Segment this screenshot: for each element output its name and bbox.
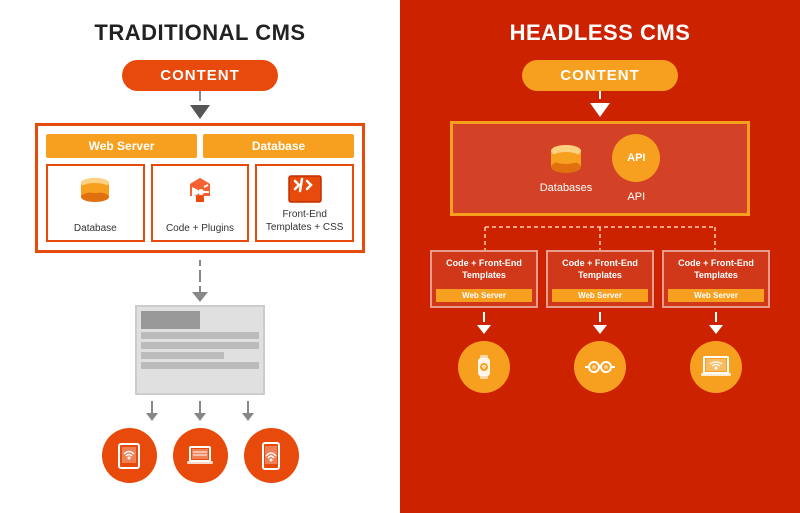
database-icon xyxy=(77,174,113,210)
right-arrow-1 xyxy=(430,312,538,337)
right-arrow-2 xyxy=(546,312,654,337)
laptop-circle xyxy=(173,428,228,483)
mockup-header-block xyxy=(141,311,200,329)
mockup-line-2 xyxy=(141,342,259,349)
headless-device-row xyxy=(430,341,770,393)
headless-cms-title: HEADLESS CMS xyxy=(510,20,691,46)
server-box-2-label: Code + Front-EndTemplates xyxy=(562,258,638,281)
headless-db-label: Databases xyxy=(540,182,593,194)
headless-content-pill: CONTENT xyxy=(522,60,678,91)
api-circle: API xyxy=(612,134,660,182)
phone-icon xyxy=(260,442,282,470)
right-arrow-3 xyxy=(662,312,770,337)
tablet-device xyxy=(102,428,157,483)
traditional-cms-box: Web Server Database Database xyxy=(35,123,365,253)
plugin-icon xyxy=(182,174,218,210)
database-icon-box: Database xyxy=(46,164,145,242)
smartwatch-icon xyxy=(469,352,499,382)
frontend-box-label: Front-EndTemplates + CSS xyxy=(266,208,344,234)
smartwatch-circle xyxy=(458,341,510,393)
headless-cms-panel: HEADLESS CMS CONTENT Databases API API xyxy=(400,0,800,513)
plugins-icon-box: Code + Plugins xyxy=(151,164,250,242)
right-laptop-icon xyxy=(699,353,733,381)
tablet-circle xyxy=(102,428,157,483)
database-label: Database xyxy=(203,134,354,158)
arrow-col-2 xyxy=(194,401,206,424)
plugins-box-label: Code + Plugins xyxy=(166,223,234,234)
icon-boxes-row: Database Code + Plugins xyxy=(46,164,354,242)
ar-glasses-icon xyxy=(582,353,618,381)
mockup-line-4 xyxy=(141,362,259,369)
headless-device-arrows xyxy=(430,312,770,337)
api-label-text: API xyxy=(627,152,645,164)
traditional-device-row xyxy=(102,428,299,483)
headless-db-icon-box: Databases xyxy=(540,143,593,194)
server-box-3: Code + Front-EndTemplates Web Server xyxy=(662,250,770,308)
right-laptop-circle xyxy=(690,341,742,393)
headless-api-icon-box: API API xyxy=(612,134,660,203)
cms-header-row: Web Server Database xyxy=(46,134,354,158)
headless-api-label: API xyxy=(627,191,645,203)
dashed-connections xyxy=(430,222,770,250)
smartwatch-device xyxy=(430,341,538,393)
mockup-line-1 xyxy=(141,332,259,339)
database-box-label: Database xyxy=(74,223,117,234)
traditional-cms-title: TRADITIONAL CMS xyxy=(94,20,305,46)
server-box-2: Code + Front-EndTemplates Web Server xyxy=(546,250,654,308)
mockup-line-3 xyxy=(141,352,224,359)
traditional-content-pill: CONTENT xyxy=(122,60,278,91)
server-badge-1: Web Server xyxy=(436,289,532,302)
server-badge-3: Web Server xyxy=(668,289,764,302)
phone-circle xyxy=(244,428,299,483)
ar-glasses-device xyxy=(546,341,654,393)
dashed-lines-svg xyxy=(430,222,770,250)
server-badge-2: Web Server xyxy=(552,289,648,302)
laptop-icon xyxy=(184,442,216,470)
website-mockup xyxy=(135,305,265,395)
laptop-device xyxy=(173,428,228,483)
server-box-1: Code + Front-EndTemplates Web Server xyxy=(430,250,538,308)
traditional-cms-panel: TRADITIONAL CMS CONTENT Web Server Datab… xyxy=(0,0,400,513)
arrow-col-1 xyxy=(146,401,158,424)
server-box-3-label: Code + Front-EndTemplates xyxy=(678,258,754,281)
right-laptop-device xyxy=(662,341,770,393)
arrow-col-3 xyxy=(242,401,254,424)
trad-arrow-1 xyxy=(190,91,210,123)
frontend-icon-box: Front-EndTemplates + CSS xyxy=(255,164,354,242)
web-server-label: Web Server xyxy=(46,134,197,158)
trad-device-arrows xyxy=(146,401,254,424)
headless-db-api-box: Databases API API xyxy=(450,121,750,216)
code-icon xyxy=(287,174,323,204)
headless-arrow-1 xyxy=(590,91,610,121)
three-server-boxes: Code + Front-EndTemplates Web Server Cod… xyxy=(430,250,770,308)
tablet-icon xyxy=(115,442,143,470)
ar-glasses-circle xyxy=(574,341,626,393)
server-box-1-label: Code + Front-EndTemplates xyxy=(446,258,522,281)
phone-device xyxy=(244,428,299,483)
trad-arrow-2 xyxy=(192,260,208,302)
headless-database-icon xyxy=(545,143,587,177)
